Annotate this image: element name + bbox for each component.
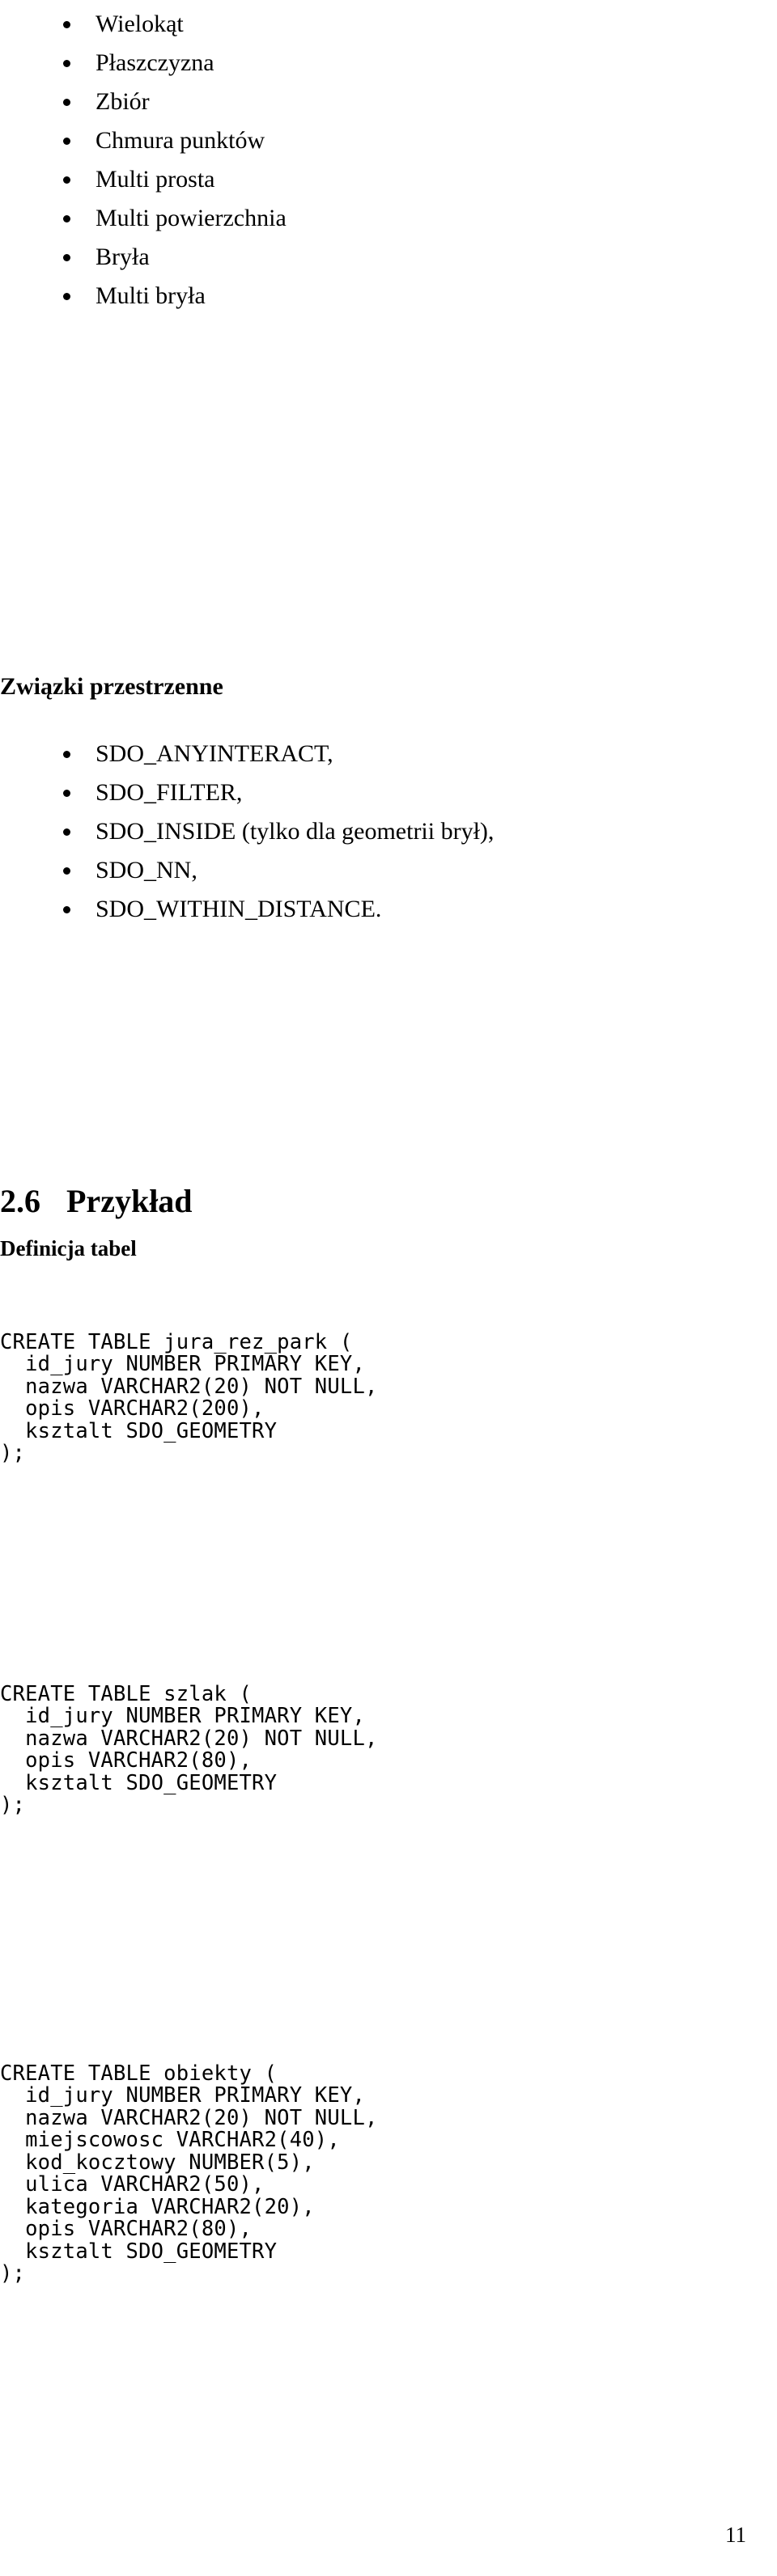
list-item: SDO_INSIDE (tylko dla geometrii brył), [0, 812, 777, 851]
code-line: kod_kocztowy NUMBER(5), [0, 2150, 315, 2175]
bullet-dot-icon [63, 99, 70, 106]
bullet-dot-icon [63, 867, 70, 875]
list-item-label: Multi prosta [96, 166, 215, 193]
bullet-dot-icon [63, 751, 70, 758]
list-item-label: Bryła [96, 244, 150, 270]
list-item-label: Wielokąt [96, 11, 184, 37]
section-heading: 2.6 Przykład [0, 1182, 193, 1220]
code-line: opis VARCHAR2(80), [0, 2217, 253, 2241]
code-line: miejscowosc VARCHAR2(40), [0, 2128, 340, 2152]
geometry-types-list: Wielokąt Płaszczyzna Zbiór Chmura punktó… [0, 5, 777, 316]
code-line: ulica VARCHAR2(50), [0, 2172, 265, 2197]
list-item-label: Multi powierzchnia [96, 205, 287, 231]
list-item: Bryła [0, 238, 777, 277]
list-item: SDO_NN, [0, 851, 777, 890]
tables-definition-subheading: Definicja tabel [0, 1236, 137, 1260]
bullet-dot-icon [63, 176, 70, 184]
code-line: nazwa VARCHAR2(20) NOT NULL, [0, 1374, 378, 1399]
list-item-label: SDO_FILTER, [96, 779, 243, 806]
code-line: CREATE TABLE obiekty ( [0, 2061, 278, 2086]
document-page: Wielokąt Płaszczyzna Zbiór Chmura punktó… [0, 0, 777, 2576]
code-line: CREATE TABLE jura_rez_park ( [0, 1329, 353, 1354]
list-item-label: SDO_ANYINTERACT, [96, 740, 333, 767]
list-item: Multi powierzchnia [0, 199, 777, 238]
code-line: ); [0, 1793, 26, 1817]
list-item: SDO_FILTER, [0, 773, 777, 812]
code-line: nazwa VARCHAR2(20) NOT NULL, [0, 1726, 378, 1751]
bullet-dot-icon [63, 60, 70, 67]
list-item: SDO_ANYINTERACT, [0, 735, 777, 773]
code-line: id_jury NUMBER PRIMARY KEY, [0, 1352, 366, 1376]
bullet-dot-icon [63, 215, 70, 222]
code-line: id_jury NUMBER PRIMARY KEY, [0, 2083, 366, 2108]
bullet-dot-icon [63, 138, 70, 145]
section-number: 2.6 [0, 1183, 40, 1220]
code-line: id_jury NUMBER PRIMARY KEY, [0, 1704, 366, 1728]
code-line: ksztalt SDO_GEOMETRY [0, 2239, 278, 2264]
relations-subheading: Związki przestrzenne [0, 673, 223, 700]
code-line: kategoria VARCHAR2(20), [0, 2194, 315, 2219]
page-number: 11 [725, 2523, 746, 2547]
code-line: ); [0, 1441, 26, 1465]
list-item-label: SDO_INSIDE (tylko dla geometrii brył), [96, 818, 495, 845]
code-line: CREATE TABLE szlak ( [0, 1681, 253, 1706]
code-line: ksztalt SDO_GEOMETRY [0, 1418, 278, 1443]
bullet-dot-icon [63, 828, 70, 836]
list-item: Zbiór [0, 83, 777, 121]
bullet-dot-icon [63, 254, 70, 261]
list-item: SDO_WITHIN_DISTANCE. [0, 890, 777, 929]
bullet-dot-icon [63, 906, 70, 913]
code-line: ksztalt SDO_GEOMETRY [0, 1770, 278, 1795]
code-line: opis VARCHAR2(80), [0, 1748, 253, 1773]
code-block-obiekty: CREATE TABLE obiekty ( id_jury NUMBER PR… [0, 2061, 728, 2286]
bullet-dot-icon [63, 790, 70, 797]
list-item-label: SDO_WITHIN_DISTANCE. [96, 896, 382, 922]
list-item-label: Multi bryła [96, 282, 206, 309]
spatial-relations-list: SDO_ANYINTERACT, SDO_FILTER, SDO_INSIDE … [0, 735, 777, 929]
list-item-label: SDO_NN, [96, 857, 197, 883]
bullet-dot-icon [63, 21, 70, 28]
list-item-label: Chmura punktów [96, 127, 265, 154]
code-line: ); [0, 2261, 26, 2286]
list-item: Multi bryła [0, 277, 777, 316]
list-item: Płaszczyzna [0, 44, 777, 83]
code-block-jura-rez-park: CREATE TABLE jura_rez_park ( id_jury NUM… [0, 1329, 728, 1465]
list-item-label: Zbiór [96, 88, 150, 115]
code-block-szlak: CREATE TABLE szlak ( id_jury NUMBER PRIM… [0, 1681, 728, 1817]
code-line: opis VARCHAR2(200), [0, 1396, 265, 1421]
bullet-dot-icon [63, 293, 70, 300]
list-item-label: Płaszczyzna [96, 49, 214, 76]
list-item: Chmura punktów [0, 121, 777, 160]
code-line: nazwa VARCHAR2(20) NOT NULL, [0, 2105, 378, 2130]
list-item: Multi prosta [0, 160, 777, 199]
section-title: Przykład [66, 1183, 193, 1220]
list-item: Wielokąt [0, 5, 777, 44]
